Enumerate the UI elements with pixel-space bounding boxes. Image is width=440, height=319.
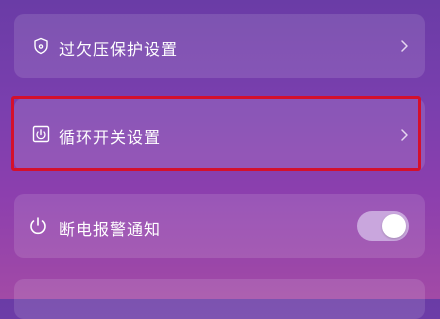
settings-row-overvoltage-protection[interactable]: 过欠压保护设置 <box>14 14 425 78</box>
settings-row-label: 过欠压保护设置 <box>59 40 179 59</box>
power-icon <box>30 217 46 235</box>
chevron-right-icon <box>401 129 408 141</box>
chevron-right-icon <box>401 40 408 52</box>
toggle-knob <box>382 214 406 238</box>
settings-row-partial <box>14 279 425 319</box>
settings-row-power-failure-alarm: 断电报警通知 <box>14 194 425 258</box>
settings-row-label: 循环开关设置 <box>59 128 162 147</box>
timer-switch-icon <box>32 125 50 143</box>
power-failure-alarm-toggle[interactable] <box>357 211 409 241</box>
settings-row-cycle-switch[interactable]: 循环开关设置 <box>14 98 425 171</box>
settings-row-label: 断电报警通知 <box>59 220 162 239</box>
shield-icon <box>34 37 48 55</box>
